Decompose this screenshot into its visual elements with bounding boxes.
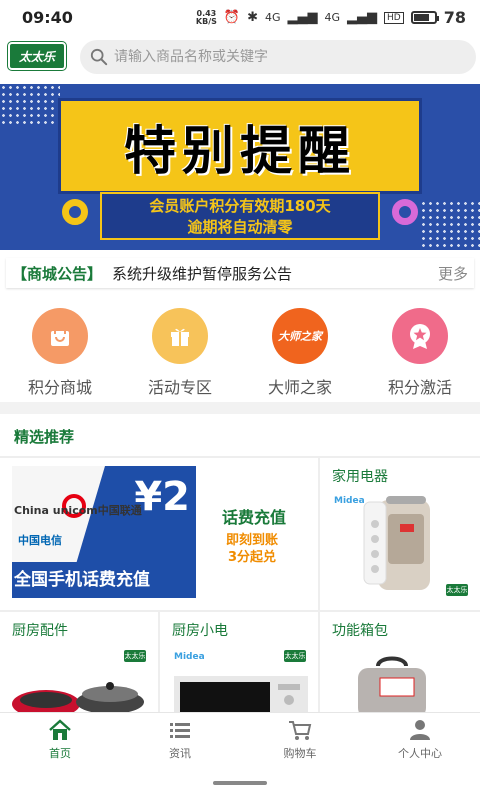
tab-cart[interactable]: 购物车: [240, 713, 360, 768]
backpack-icon: [358, 656, 426, 712]
midea-logo: Midea: [174, 652, 205, 662]
search-bar[interactable]: [80, 40, 476, 74]
status-icons: 0.43 KB/S ⏰ ✱ 4G ▂▄▆ 4G ▂▄▆ HD 78: [196, 8, 466, 27]
featured-title: 精选推荐: [14, 428, 75, 446]
bottom-nav: 首页 资讯 购物车 个人中心: [0, 712, 480, 768]
gift-icon: [152, 308, 208, 364]
quick-nav-label: 大师之家: [267, 378, 332, 397]
master-home-icon: 大师之家: [272, 308, 328, 364]
quick-nav-activity[interactable]: 活动专区: [120, 300, 240, 400]
yen-amount: ¥2: [134, 474, 190, 520]
shopping-bag-icon: [32, 308, 88, 364]
person-icon: [410, 720, 430, 740]
signal-icon-2: ▂▄▆: [347, 10, 378, 25]
product-card-kitchen-small[interactable]: 厨房小电 Midea 太太乐: [160, 612, 318, 712]
star-badge-icon: [392, 308, 448, 364]
battery-icon: [410, 11, 439, 24]
product-card-bags[interactable]: 功能箱包: [320, 612, 480, 712]
tab-label: 购物车: [283, 747, 317, 760]
network-label-2: 4G: [324, 11, 341, 24]
home-indicator[interactable]: [213, 781, 267, 785]
home-icon: [49, 719, 71, 740]
cart-icon: [289, 721, 312, 740]
cookware-icon: [12, 682, 144, 712]
card-label: 厨房配件: [12, 623, 68, 639]
list-icon: [170, 723, 190, 738]
banner-title: 特别提醒: [123, 120, 356, 182]
banner-subtitle: 会员账户积分有效期180天 逾期将自动清零: [100, 192, 380, 240]
carrier-unicom: China unicom中国联通: [14, 504, 142, 517]
search-header: 太太乐: [0, 36, 480, 80]
tab-label: 个人中心: [398, 747, 442, 760]
quick-nav-label: 活动专区: [147, 378, 212, 397]
ring-icon: [62, 199, 88, 225]
brand-logo[interactable]: 太太乐: [8, 42, 66, 70]
phone-recharge-title: 话费充值: [222, 508, 287, 527]
microwave-icon: [174, 676, 308, 712]
signal-icon: ▂▄▆: [287, 10, 318, 25]
brand-badge: 太太乐: [446, 584, 468, 596]
product-card-kitchen-parts[interactable]: 厨房配件 太太乐: [0, 612, 158, 712]
phone-recharge-banner: ¥2 China unicom中国联通 中国电信 全国手机话费充值: [12, 466, 196, 598]
tab-label: 资讯: [169, 747, 191, 760]
quick-nav: 积分商城 活动专区 大师之家 大师之家 积分激活: [0, 300, 480, 400]
alarm-icon: ⏰: [223, 10, 241, 25]
tab-news[interactable]: 资讯: [120, 713, 240, 768]
search-input[interactable]: [114, 49, 444, 65]
announcement-tag: 【商城公告】: [12, 264, 103, 283]
promo-banner[interactable]: 特别提醒 会员账户积分有效期180天 逾期将自动清零: [0, 84, 480, 250]
quick-nav-points-mall[interactable]: 积分商城: [0, 300, 120, 400]
brand-badge: 太太乐: [124, 650, 146, 662]
status-time: 09:40: [22, 8, 73, 27]
card-label: 家用电器: [332, 469, 388, 485]
battery-percent: 78: [443, 8, 466, 27]
phone-recharge-subtitle: 即刻到账 3分起兑: [226, 533, 279, 565]
announcement-bar[interactable]: 【商城公告】 系统升级维护暂停服务公告 更多: [6, 258, 474, 288]
quick-nav-points-activate[interactable]: 积分激活: [360, 300, 480, 400]
tab-profile[interactable]: 个人中心: [360, 713, 480, 768]
carrier-telecom: 中国电信: [18, 534, 62, 547]
decor-dots-icon: [420, 200, 480, 250]
decor-dots-icon: [0, 84, 60, 124]
announcement-more-link[interactable]: 更多: [438, 263, 468, 284]
network-label-1: 4G: [264, 11, 281, 24]
tab-home[interactable]: 首页: [0, 713, 120, 768]
quick-nav-label: 积分激活: [387, 378, 452, 397]
hd-label: HD: [384, 11, 404, 24]
card-label: 功能箱包: [332, 623, 388, 639]
announcement-text[interactable]: 系统升级维护暂停服务公告: [112, 263, 438, 284]
status-bar: 09:40 0.43 KB/S ⏰ ✱ 4G ▂▄▆ 4G ▂▄▆ HD 78: [0, 0, 480, 36]
tab-label: 首页: [49, 747, 71, 760]
ring-icon: [392, 199, 418, 225]
card-label: 厨房小电: [172, 623, 228, 639]
section-divider: [0, 402, 480, 414]
network-speed: 0.43 KB/S: [195, 8, 217, 26]
phone-recharge-banner-text: 全国手机话费充值: [12, 562, 196, 598]
quick-nav-master-home[interactable]: 大师之家 大师之家: [240, 300, 360, 400]
quick-nav-label: 积分商城: [27, 378, 92, 397]
water-dispenser-icon: [363, 496, 430, 590]
bluetooth-icon: ✱: [247, 10, 258, 25]
search-icon: [90, 48, 108, 66]
brand-badge: 太太乐: [284, 650, 306, 662]
banner-title-box: 特别提醒: [58, 98, 422, 194]
